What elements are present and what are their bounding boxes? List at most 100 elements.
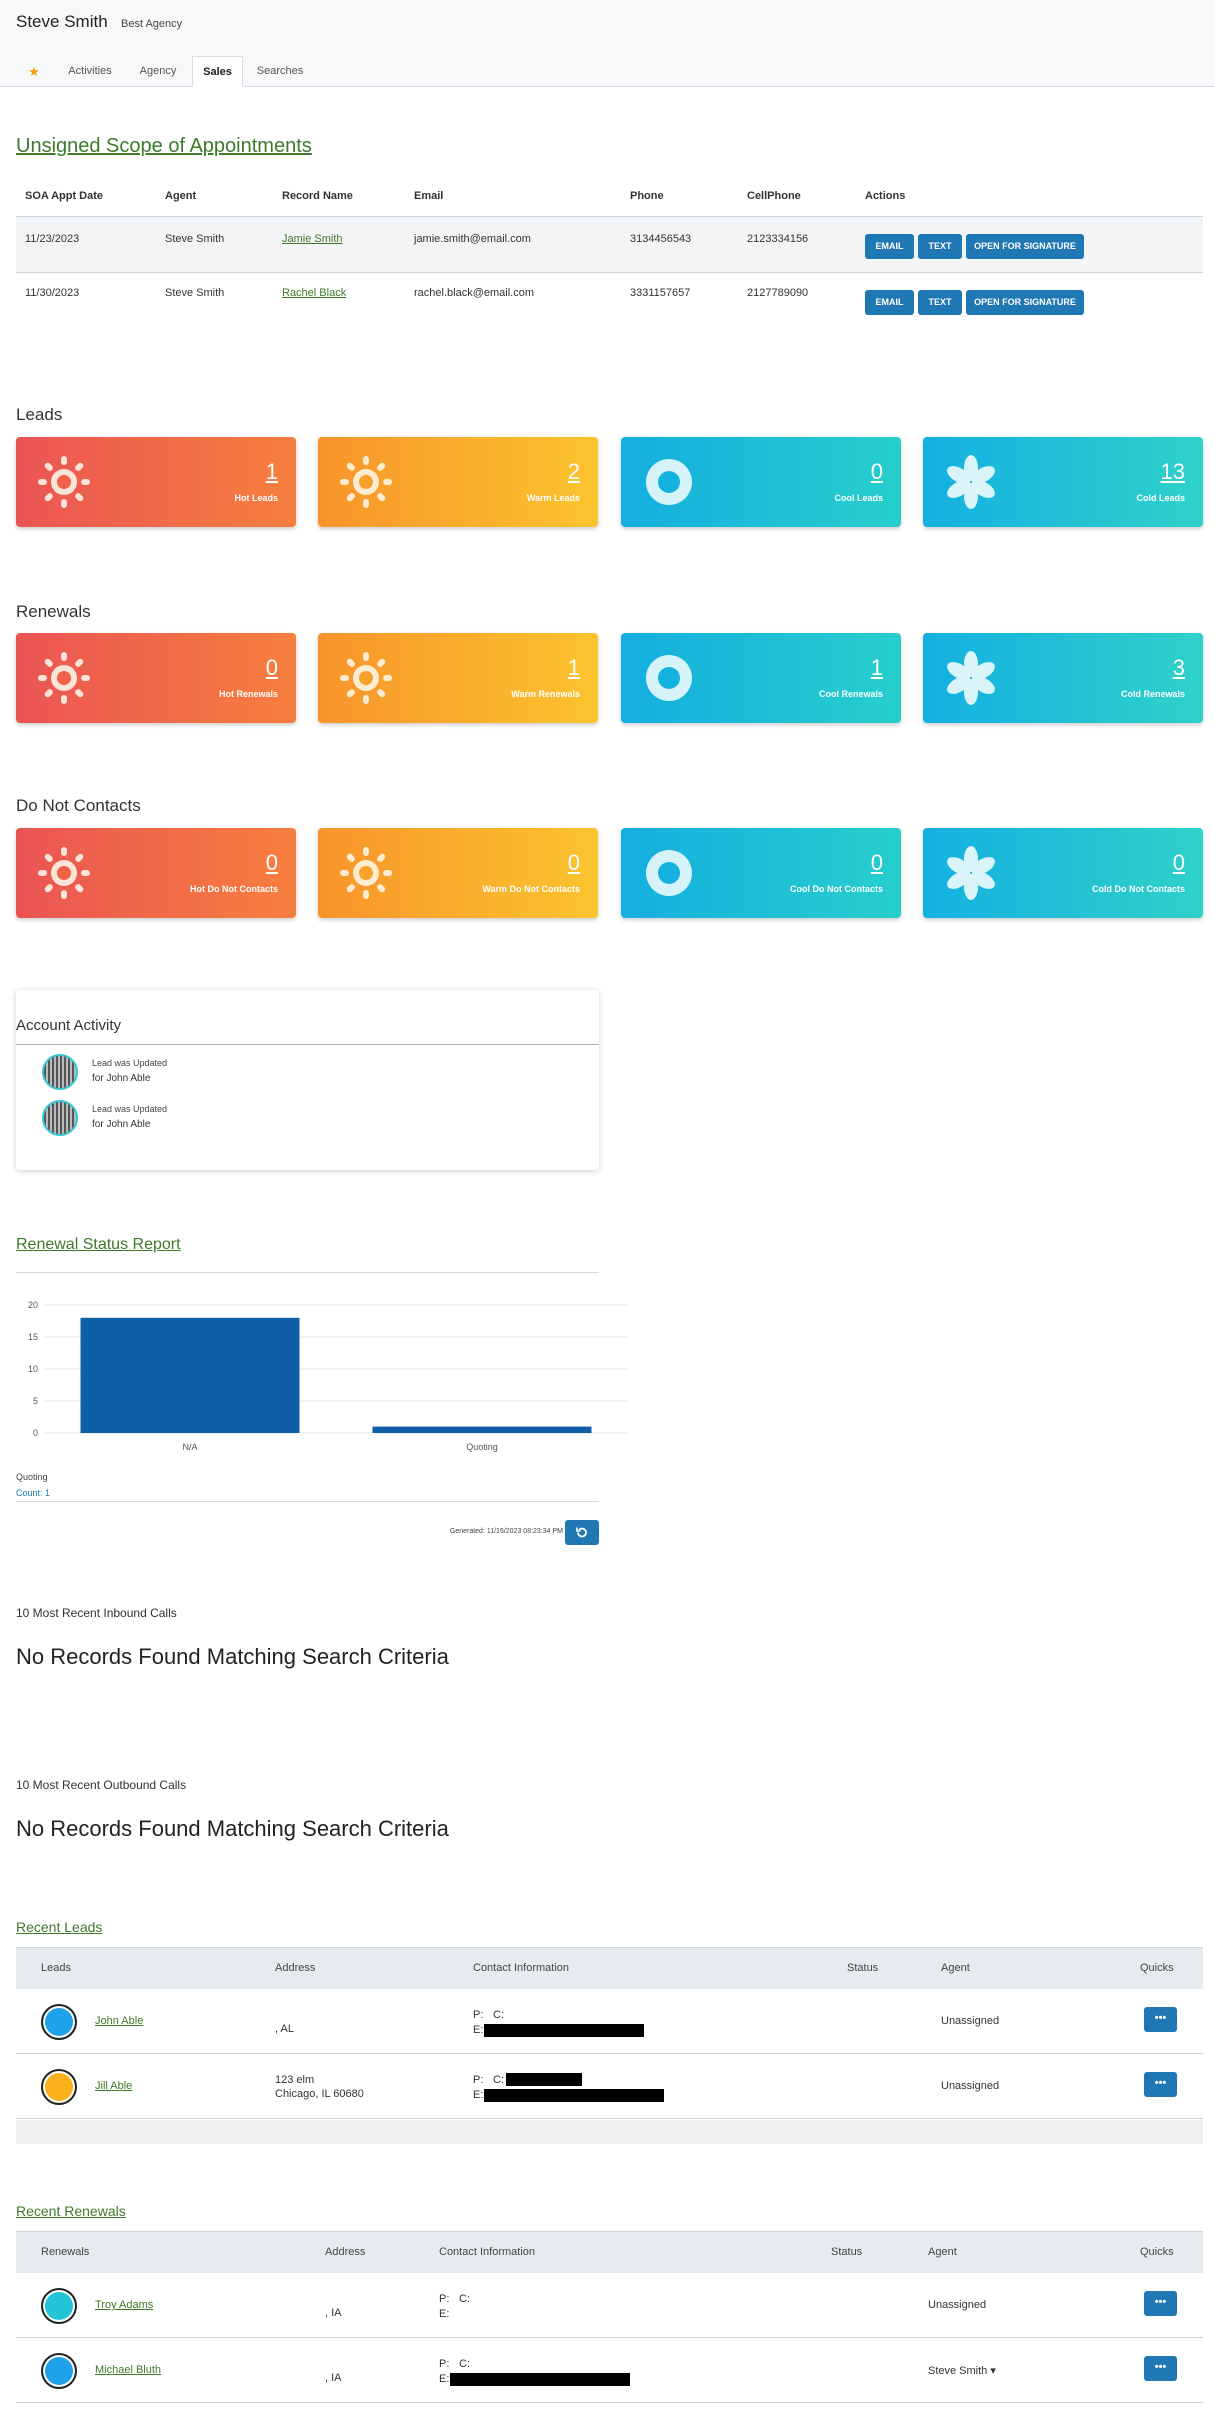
- tab-agency[interactable]: Agency: [126, 56, 190, 87]
- activity-subject: for John Able: [92, 1073, 151, 1084]
- warm-dnc-label: Warm Do Not Contacts: [482, 884, 580, 894]
- y-tick-label: 10: [28, 1364, 38, 1374]
- soa-table-header: SOA Appt Date Agent Record Name Email Ph…: [16, 190, 1203, 216]
- renewal-report-title[interactable]: Renewal Status Report: [16, 1236, 181, 1254]
- cold-leads-label: Cold Leads: [1136, 493, 1185, 503]
- warm-renewals-count[interactable]: 1: [568, 655, 580, 681]
- divider: [16, 1501, 599, 1502]
- col-agent: Agent: [165, 190, 197, 202]
- avatar: [42, 1100, 78, 1136]
- soa-cellphone: 2123334156: [747, 233, 809, 245]
- cool-leads-card[interactable]: 0 Cool Leads: [621, 437, 901, 527]
- record-name-link[interactable]: Rachel Black: [282, 287, 346, 299]
- col-agent: Agent: [941, 1962, 970, 1974]
- text-button[interactable]: TEXT: [918, 234, 962, 259]
- cold-dnc-card[interactable]: 0 Cold Do Not Contacts: [923, 828, 1203, 918]
- cold-renewals-count[interactable]: 3: [1173, 655, 1185, 681]
- sun-icon: [38, 847, 90, 899]
- lead-name-link[interactable]: John Able: [95, 2015, 143, 2027]
- cool-dnc-card[interactable]: 0 Cool Do Not Contacts: [621, 828, 901, 918]
- cold-leads-card[interactable]: 13 Cold Leads: [923, 437, 1203, 527]
- hot-dnc-count[interactable]: 0: [266, 850, 278, 876]
- col-status: Status: [847, 1962, 879, 1974]
- cell-label: C:: [459, 2293, 470, 2305]
- hot-leads-count[interactable]: 1: [266, 459, 278, 485]
- activity-subject: for John Able: [92, 1119, 151, 1130]
- cool-renewals-count[interactable]: 1: [871, 655, 883, 681]
- recent-renewals-title[interactable]: Recent Renewals: [16, 2203, 126, 2219]
- quick-actions-button[interactable]: •••: [1144, 2356, 1177, 2381]
- table-row: Michael Bluth , IA P: C: E: Steve Smith …: [16, 2338, 1203, 2403]
- phone-label: P:: [473, 2074, 484, 2086]
- cool-leads-count[interactable]: 0: [871, 459, 883, 485]
- email-label: E:: [473, 2024, 484, 2036]
- table-row: Troy Adams , IA P: C: E: Unassigned •••: [16, 2273, 1203, 2338]
- cold-renewals-card[interactable]: 3 Cold Renewals: [923, 633, 1203, 723]
- warm-dnc-count[interactable]: 0: [568, 850, 580, 876]
- cold-dnc-label: Cold Do Not Contacts: [1092, 884, 1185, 894]
- agency-name: Best Agency: [121, 18, 183, 30]
- renewal-status-dot: [41, 2288, 77, 2324]
- sun-icon: [340, 847, 392, 899]
- col-quicks: Quicks: [1140, 2246, 1174, 2258]
- redacted-email: [484, 2089, 664, 2102]
- hot-renewals-count[interactable]: 0: [266, 655, 278, 681]
- inbound-empty-message: No Records Found Matching Search Criteri…: [16, 1644, 449, 1669]
- warm-leads-count[interactable]: 2: [568, 459, 580, 485]
- renewal-name-link[interactable]: Troy Adams: [95, 2299, 153, 2311]
- soa-title[interactable]: Unsigned Scope of Appointments: [16, 135, 312, 158]
- lead-agent: Unassigned: [941, 2080, 1000, 2092]
- hot-renewals-card[interactable]: 0 Hot Renewals: [16, 633, 296, 723]
- generated-timestamp: Generated: 11/16/2023 08:23:34 PM: [449, 1528, 563, 1535]
- email-button[interactable]: EMAIL: [865, 290, 914, 315]
- recent-leads-header: Leads Address Contact Information Status…: [16, 1947, 1203, 1989]
- cool-dnc-count[interactable]: 0: [871, 850, 883, 876]
- chart-count-label: Count: 1: [16, 1488, 51, 1498]
- quick-actions-button[interactable]: •••: [1144, 2007, 1177, 2032]
- snowflake-icon: [947, 846, 995, 900]
- hot-leads-card[interactable]: 1 Hot Leads: [16, 437, 296, 527]
- table-row: 11/30/2023 Steve Smith Rachel Black rach…: [16, 273, 1203, 330]
- divider: [16, 1044, 599, 1045]
- bar-quoting: [372, 1426, 592, 1433]
- open-for-signature-button[interactable]: OPEN FOR SIGNATURE: [966, 290, 1084, 315]
- quick-actions-button[interactable]: •••: [1144, 2291, 1177, 2316]
- ring-icon: [646, 850, 692, 896]
- tab-sales[interactable]: Sales: [192, 56, 243, 87]
- renewal-agent-dropdown[interactable]: Steve Smith ▾: [928, 2364, 996, 2377]
- email-button[interactable]: EMAIL: [865, 234, 914, 259]
- renewal-name-link[interactable]: Michael Bluth: [95, 2364, 161, 2376]
- warm-dnc-card[interactable]: 0 Warm Do Not Contacts: [318, 828, 598, 918]
- col-contact: Contact Information: [473, 1962, 569, 1974]
- lead-name-link[interactable]: Jill Able: [95, 2080, 132, 2092]
- cool-renewals-card[interactable]: 1 Cool Renewals: [621, 633, 901, 723]
- text-button[interactable]: TEXT: [918, 290, 962, 315]
- col-record-name: Record Name: [282, 190, 353, 202]
- warm-renewals-label: Warm Renewals: [511, 689, 580, 699]
- sun-icon: [38, 652, 90, 704]
- soa-phone: 3134456543: [630, 233, 692, 245]
- tab-activities[interactable]: Activities: [56, 56, 124, 87]
- recent-renewals-header: Renewals Address Contact Information Sta…: [16, 2231, 1203, 2273]
- col-agent: Agent: [928, 2246, 957, 2258]
- hot-dnc-card[interactable]: 0 Hot Do Not Contacts: [16, 828, 296, 918]
- record-name-link[interactable]: Jamie Smith: [282, 233, 343, 245]
- quick-actions-button[interactable]: •••: [1144, 2072, 1177, 2097]
- account-activity-panel: Account Activity Lead was Updated for Jo…: [16, 990, 599, 1170]
- hot-leads-label: Hot Leads: [234, 493, 278, 503]
- inbound-calls-title: 10 Most Recent Inbound Calls: [16, 1606, 177, 1620]
- redacted-cell: [506, 2073, 582, 2086]
- refresh-button[interactable]: [565, 1520, 599, 1545]
- cold-dnc-count[interactable]: 0: [1173, 850, 1185, 876]
- recent-leads-title[interactable]: Recent Leads: [16, 1919, 102, 1935]
- hot-renewals-label: Hot Renewals: [218, 689, 278, 699]
- warm-leads-card[interactable]: 2 Warm Leads: [318, 437, 598, 527]
- cold-leads-count[interactable]: 13: [1161, 459, 1185, 485]
- table-footer: [16, 2120, 1203, 2144]
- table-row: 11/23/2023 Steve Smith Jamie Smith jamie…: [16, 216, 1203, 273]
- tab-searches[interactable]: Searches: [246, 56, 314, 87]
- open-for-signature-button[interactable]: OPEN FOR SIGNATURE: [966, 234, 1084, 259]
- col-address: Address: [275, 1962, 316, 1974]
- tab-favorites[interactable]: ★: [16, 56, 52, 87]
- warm-renewals-card[interactable]: 1 Warm Renewals: [318, 633, 598, 723]
